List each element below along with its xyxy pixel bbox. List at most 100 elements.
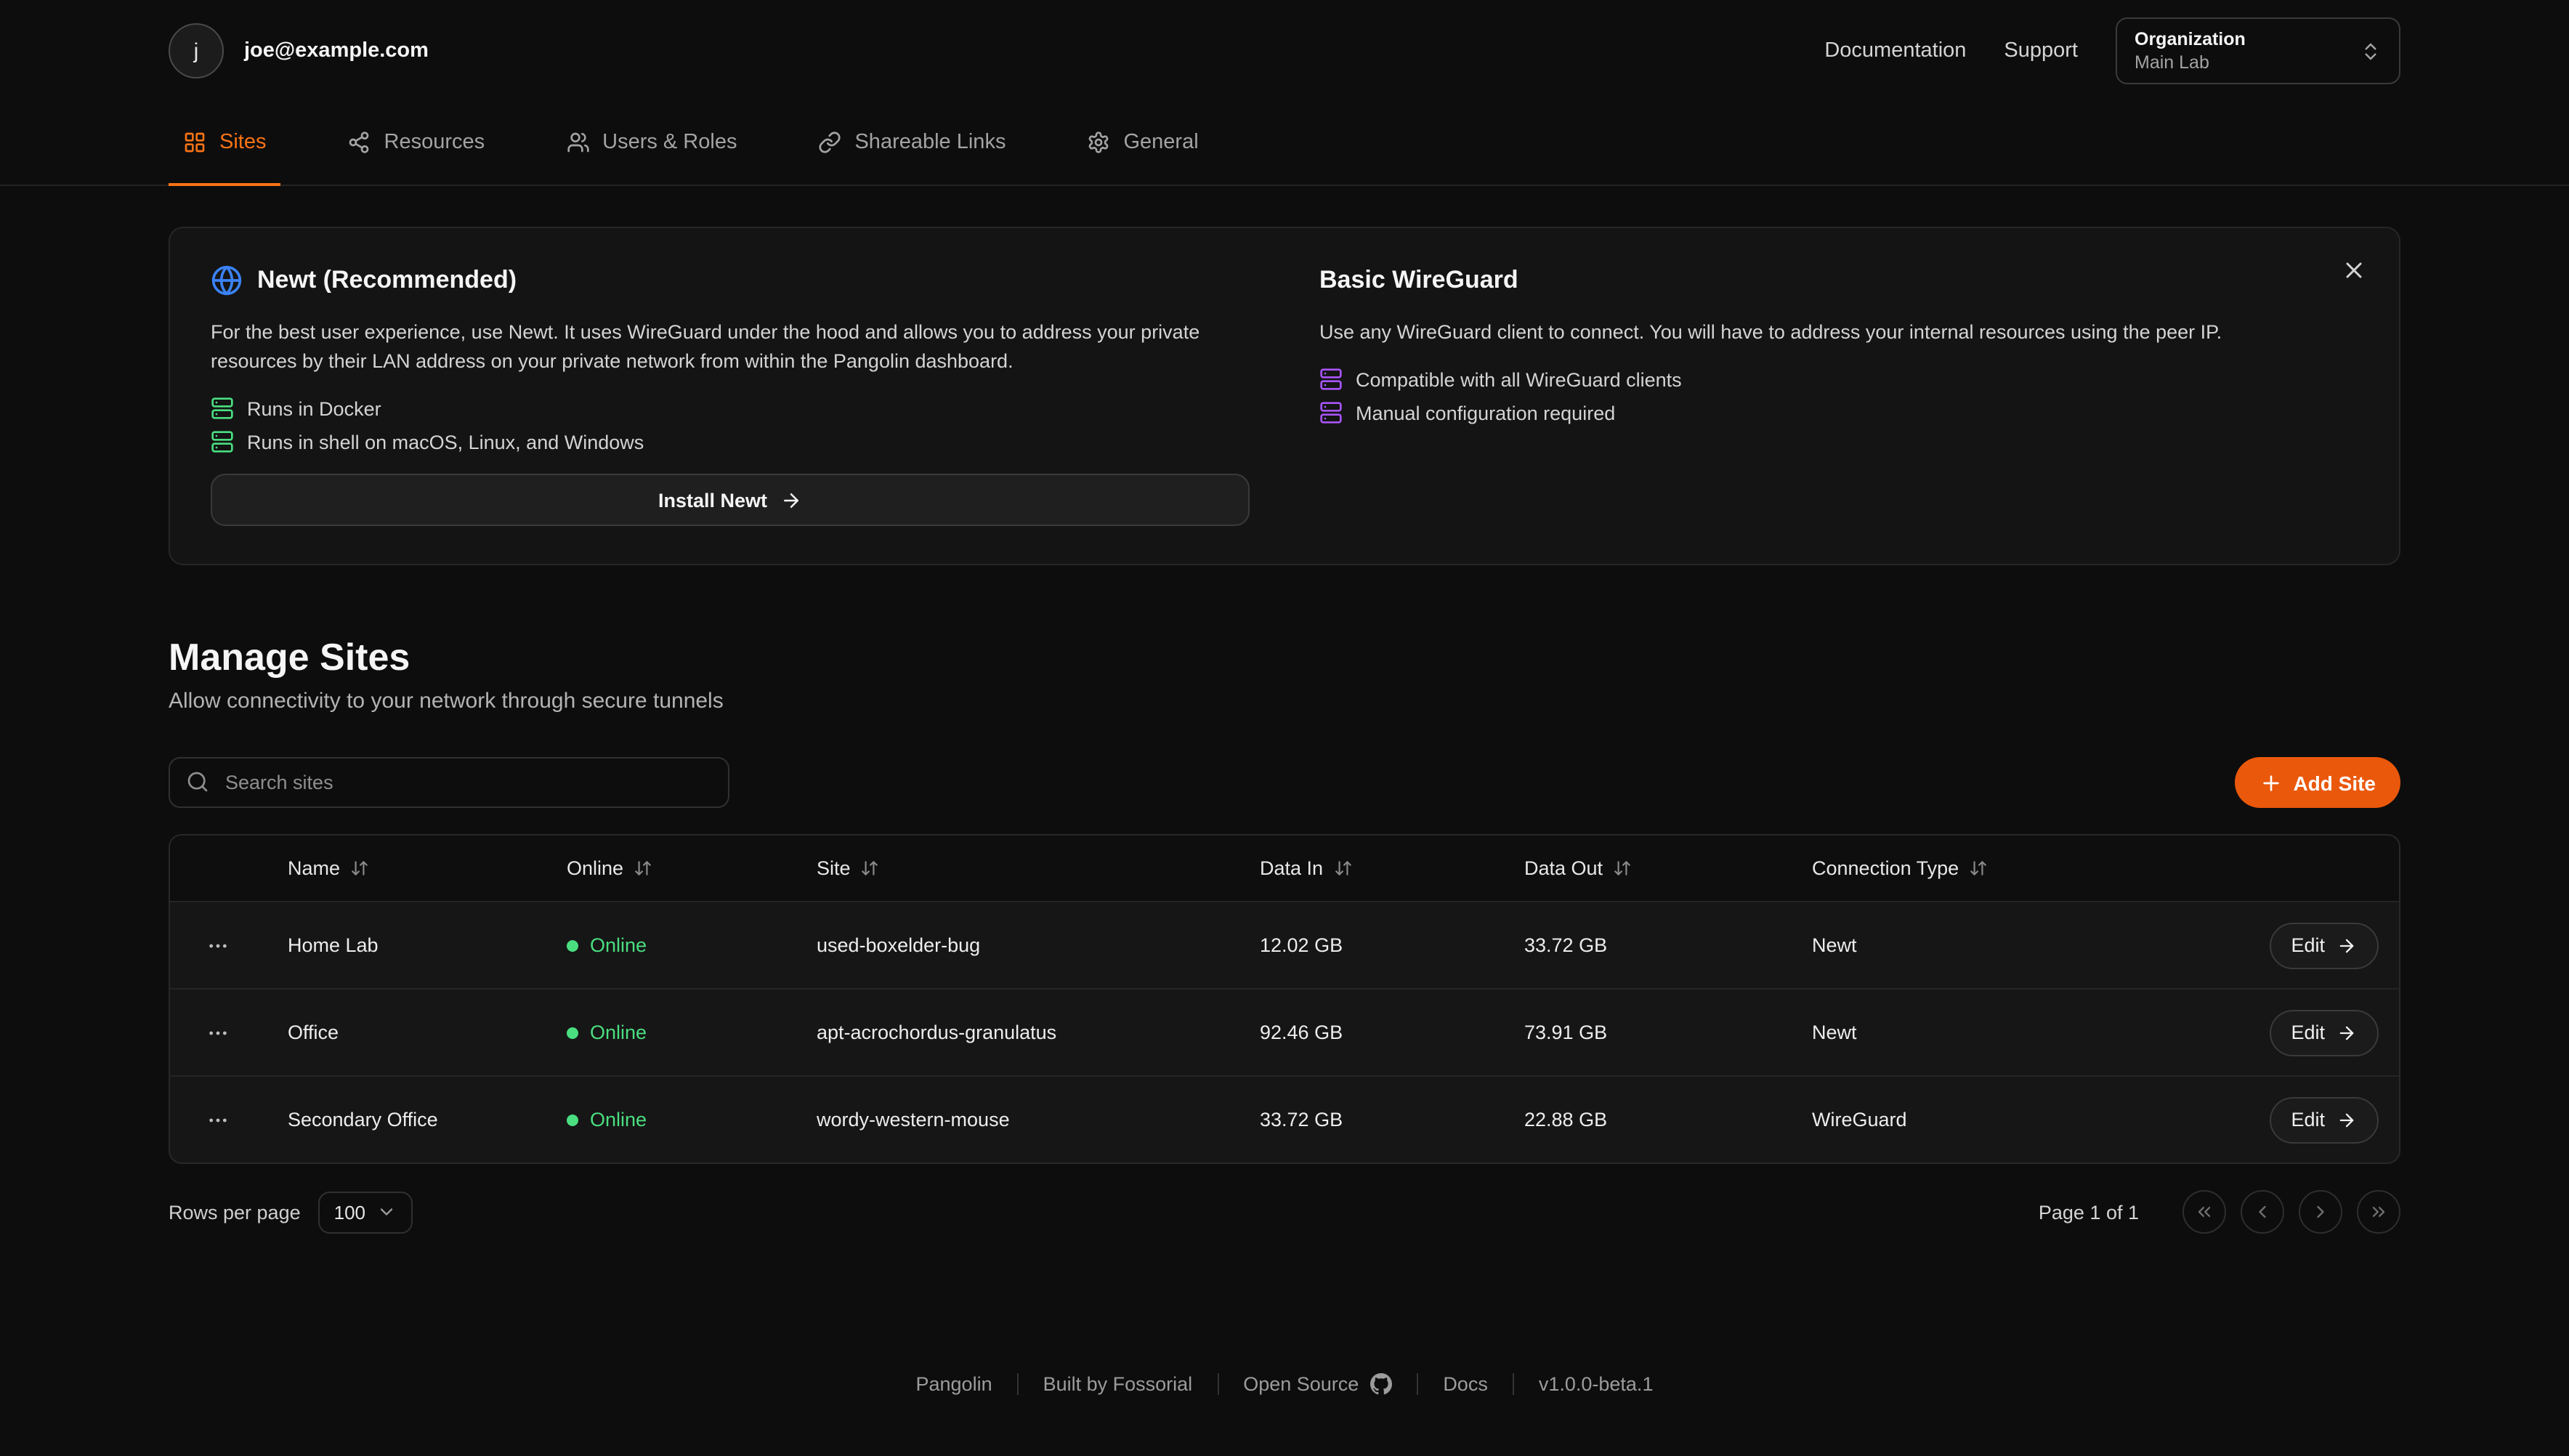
page-subtitle: Allow connectivity to your network throu…	[169, 689, 2400, 713]
close-icon[interactable]	[2335, 251, 2373, 289]
site-status: Online	[543, 1022, 793, 1043]
table-header-row: Name Online Site Data In Data Out Connec…	[170, 836, 2399, 901]
first-page-button[interactable]	[2182, 1190, 2226, 1234]
arrow-right-icon	[780, 489, 802, 511]
organization-selector[interactable]: Organization Main Lab	[2116, 17, 2400, 84]
newt-feature: Runs in shell on macOS, Linux, and Windo…	[211, 430, 1250, 453]
site-data-in: 12.02 GB	[1237, 934, 1501, 956]
globe-icon	[211, 264, 243, 296]
user-email: joe@example.com	[244, 39, 429, 62]
row-menu-button[interactable]	[200, 928, 235, 963]
chevron-down-icon	[376, 1202, 396, 1222]
tab-resources-label: Resources	[384, 131, 485, 154]
arrow-right-icon	[2337, 935, 2357, 955]
online-dot	[567, 939, 578, 951]
page-footer: Pangolin Built by Fossorial Open Source …	[169, 1373, 2400, 1395]
sort-icon	[1969, 859, 1988, 878]
table-row: Secondary Office Online wordy-western-mo…	[170, 1075, 2399, 1162]
tab-sites[interactable]: Sites	[169, 102, 281, 186]
chevron-right-icon	[2310, 1202, 2331, 1222]
search-input[interactable]	[169, 757, 729, 808]
previous-page-button[interactable]	[2241, 1190, 2284, 1234]
sort-icon	[634, 859, 652, 878]
site-data-out: 73.91 GB	[1501, 1022, 1789, 1043]
avatar-initial: j	[194, 39, 199, 63]
footer-brand: Pangolin	[891, 1373, 1017, 1395]
main-nav: Sites Resources Users & Roles Shareable …	[0, 102, 2569, 186]
github-icon	[1370, 1373, 1392, 1395]
support-link[interactable]: Support	[2004, 39, 2078, 62]
wireguard-description: Use any WireGuard client to connect. You…	[1319, 318, 2358, 347]
footer-docs-link[interactable]: Docs	[1417, 1373, 1513, 1395]
site-slug: wordy-western-mouse	[793, 1109, 1237, 1131]
newt-title: Newt (Recommended)	[257, 266, 517, 295]
connection-methods-card: Newt (Recommended) For the best user exp…	[169, 227, 2400, 565]
table-row: Office Online apt-acrochordus-granulatus…	[170, 988, 2399, 1075]
site-connection-type: WireGuard	[1789, 1109, 2137, 1131]
newt-description: For the best user experience, use Newt. …	[211, 318, 1250, 376]
organization-value: Main Lab	[2135, 52, 2246, 73]
arrow-right-icon	[2337, 1109, 2357, 1130]
wireguard-feature: Compatible with all WireGuard clients	[1319, 368, 2358, 391]
arrow-right-icon	[2337, 1022, 2357, 1043]
pager: Page 1 of 1	[2039, 1190, 2400, 1234]
chevrons-right-icon	[2368, 1202, 2389, 1222]
gear-icon	[1087, 131, 1110, 154]
row-menu-button[interactable]	[200, 1015, 235, 1050]
ellipsis-icon	[206, 1108, 229, 1131]
app-root: j joe@example.com Documentation Support …	[0, 0, 2569, 1456]
main-content: Newt (Recommended) For the best user exp…	[169, 227, 2400, 1395]
sites-table: Name Online Site Data In Data Out Connec…	[169, 834, 2400, 1164]
row-menu-button[interactable]	[200, 1102, 235, 1137]
tab-general[interactable]: General	[1072, 102, 1213, 186]
column-header-data-in[interactable]: Data In	[1260, 857, 1352, 879]
tab-shareable-links[interactable]: Shareable Links	[804, 102, 1020, 186]
edit-button[interactable]: Edit	[2269, 1096, 2379, 1143]
ellipsis-icon	[206, 934, 229, 957]
sort-icon	[350, 859, 369, 878]
tab-users-roles-label: Users & Roles	[602, 131, 737, 154]
site-name: Home Lab	[264, 934, 543, 956]
tab-general-label: General	[1123, 131, 1198, 154]
last-page-button[interactable]	[2357, 1190, 2400, 1234]
resources-share-icon	[348, 131, 371, 154]
chevrons-left-icon	[2194, 1202, 2214, 1222]
server-icon	[211, 430, 234, 453]
page-title: Manage Sites	[169, 635, 2400, 680]
add-site-button[interactable]: Add Site	[2235, 757, 2400, 808]
organization-label: Organization	[2135, 29, 2246, 49]
column-header-name[interactable]: Name	[288, 857, 369, 879]
ellipsis-icon	[206, 1021, 229, 1044]
footer-version: v1.0.0-beta.1	[1513, 1373, 1678, 1395]
newt-feature: Runs in Docker	[211, 397, 1250, 420]
edit-button[interactable]: Edit	[2269, 1009, 2379, 1056]
sites-grid-icon	[183, 131, 206, 154]
next-page-button[interactable]	[2299, 1190, 2342, 1234]
tab-shareable-links-label: Shareable Links	[854, 131, 1006, 154]
avatar[interactable]: j	[169, 23, 224, 78]
table-row: Home Lab Online used-boxelder-bug 12.02 …	[170, 901, 2399, 988]
page-info: Page 1 of 1	[2039, 1201, 2139, 1223]
table-footer: Rows per page 100 Page 1 of 1	[169, 1190, 2400, 1234]
column-header-data-out[interactable]: Data Out	[1524, 857, 1632, 879]
organization-text: Organization Main Lab	[2135, 29, 2246, 73]
documentation-link[interactable]: Documentation	[1824, 39, 1966, 62]
column-header-site[interactable]: Site	[817, 857, 880, 879]
site-name: Secondary Office	[264, 1109, 543, 1131]
tab-users-roles[interactable]: Users & Roles	[551, 102, 751, 186]
column-header-connection-type[interactable]: Connection Type	[1812, 857, 1988, 879]
column-header-online[interactable]: Online	[567, 857, 652, 879]
rows-per-page-select[interactable]: 100	[318, 1191, 412, 1233]
rows-per-page-label: Rows per page	[169, 1201, 301, 1223]
site-name: Office	[264, 1022, 543, 1043]
edit-button[interactable]: Edit	[2269, 922, 2379, 968]
footer-built-by: Built by Fossorial	[1017, 1373, 1218, 1395]
site-data-out: 33.72 GB	[1501, 934, 1789, 956]
tab-resources[interactable]: Resources	[333, 102, 500, 186]
install-newt-button[interactable]: Install Newt	[211, 474, 1250, 526]
top-bar: j joe@example.com Documentation Support …	[0, 0, 2569, 102]
search-icon	[186, 770, 209, 793]
server-icon	[1319, 401, 1343, 424]
footer-open-source-link[interactable]: Open Source	[1217, 1373, 1417, 1395]
server-icon	[1319, 368, 1343, 391]
